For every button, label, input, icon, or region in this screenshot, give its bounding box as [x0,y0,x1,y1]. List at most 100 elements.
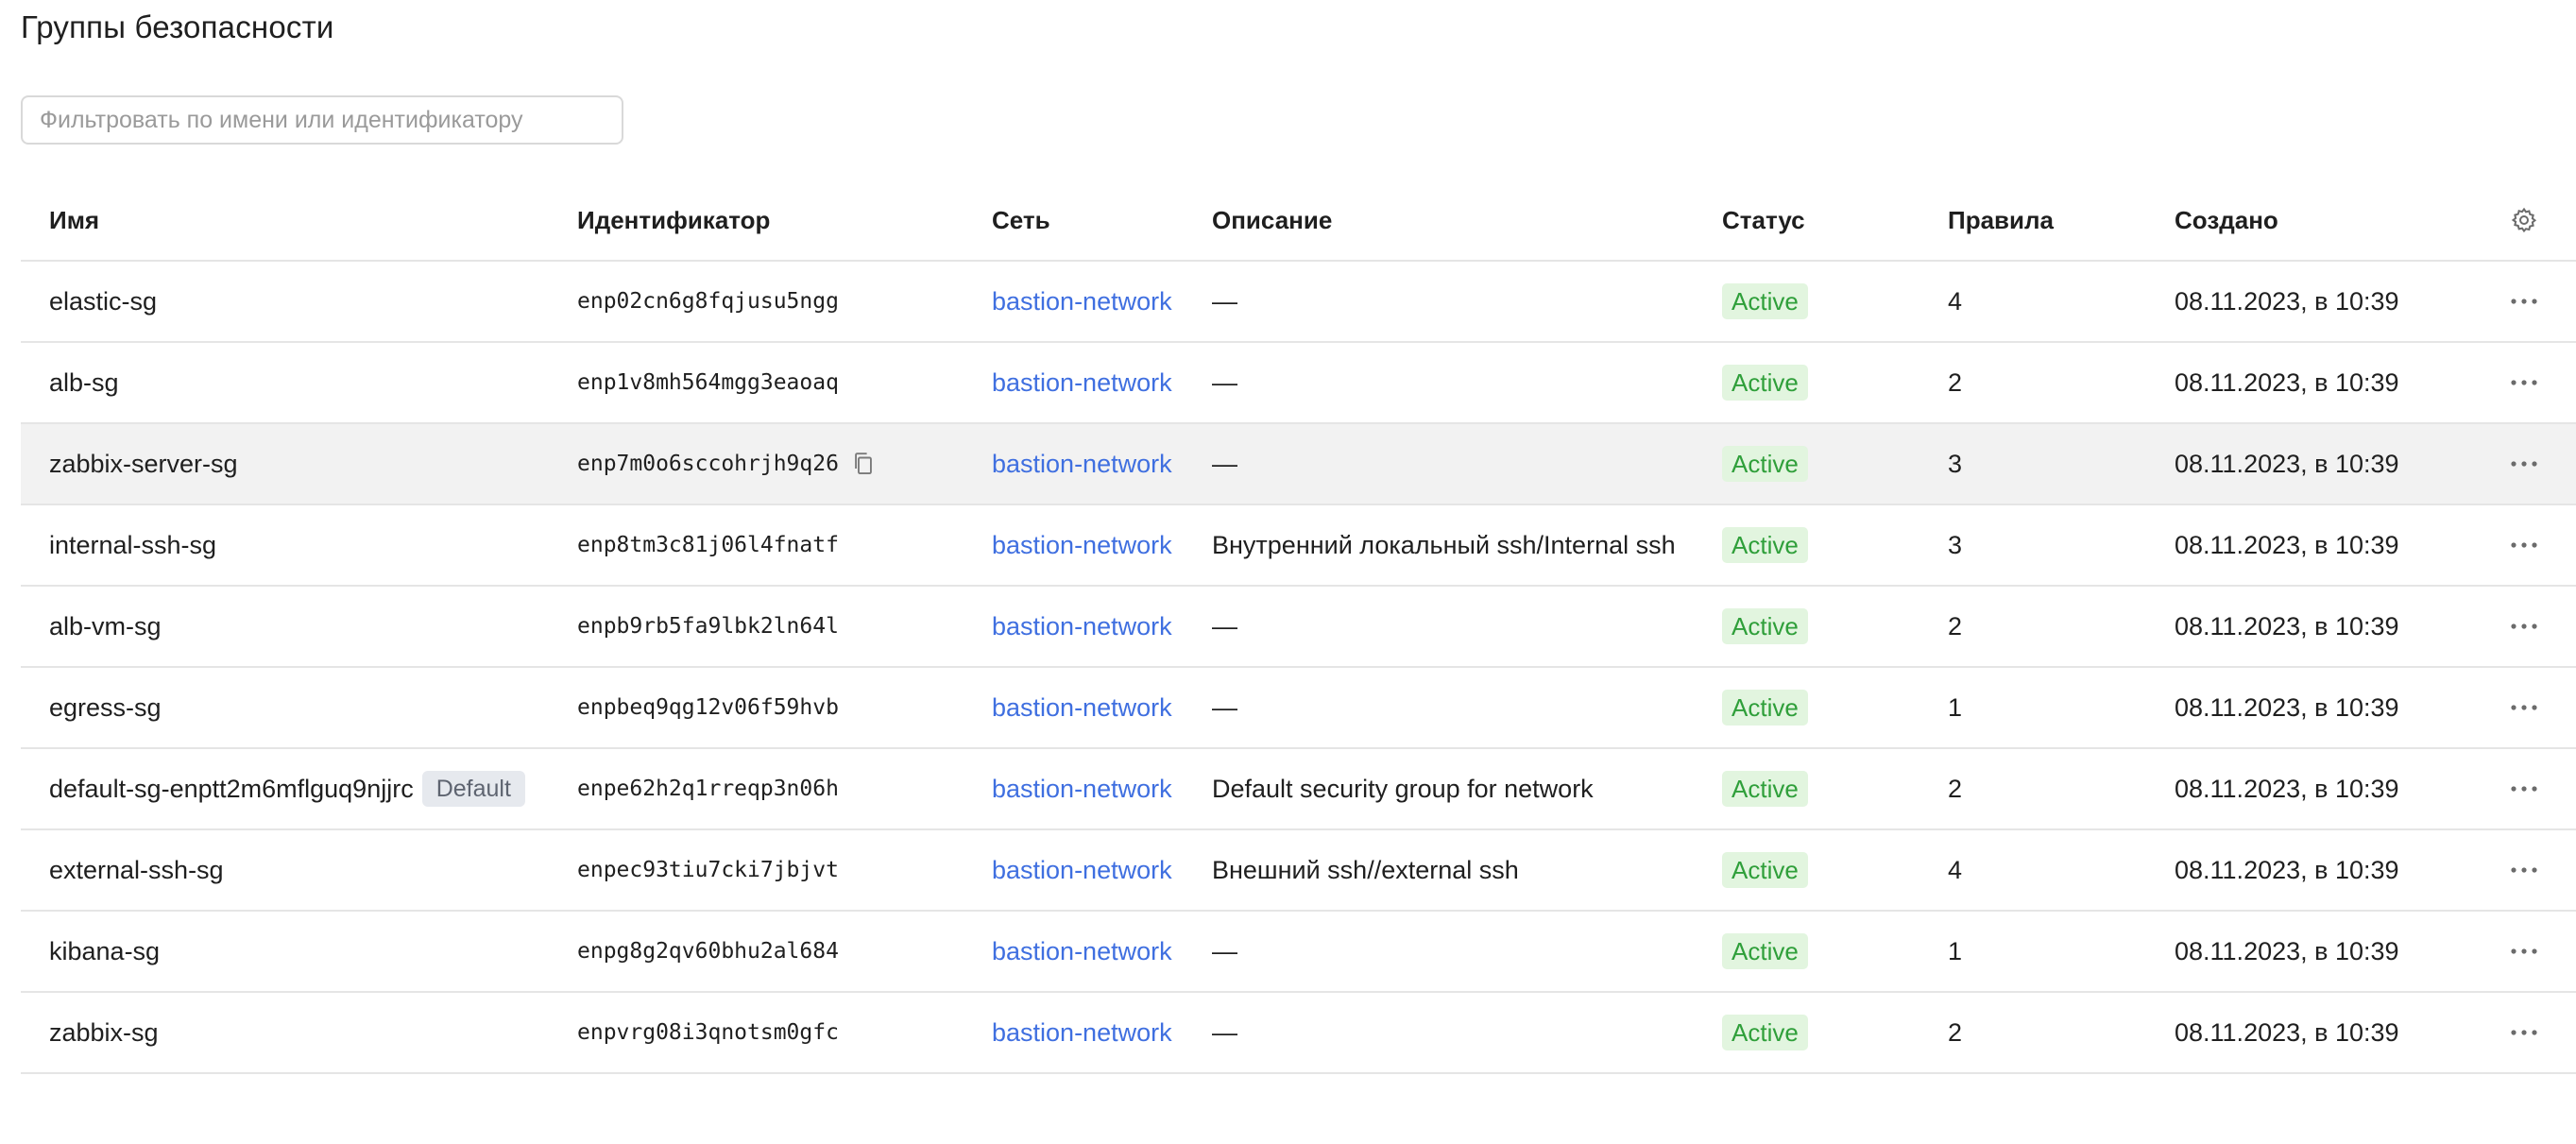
table-row[interactable]: zabbix-server-sg enp7m0o6sccohrjh9q26 ba… [21,424,2576,505]
row-actions-button[interactable] [2503,912,2545,991]
group-id: enpg8g2qv60bhu2al684 [577,939,839,964]
column-header-status[interactable]: Статус [1722,180,1805,260]
group-name[interactable]: egress-sg [49,693,162,723]
ellipsis-icon[interactable] [2510,379,2538,386]
column-header-rules[interactable]: Правила [1948,180,2054,260]
column-header-network[interactable]: Сеть [992,180,1050,260]
network-link[interactable]: bastion-network [992,450,1172,479]
created-date: 08.11.2023, в 10:39 [2175,449,2399,478]
rules-count: 2 [1948,1017,1963,1047]
group-name[interactable]: external-ssh-sg [49,856,224,885]
ellipsis-icon[interactable] [2510,541,2538,549]
table-row[interactable]: kibana-sg enpg8g2qv60bhu2al684 bastion-n… [21,912,2576,993]
row-actions-button[interactable] [2503,262,2545,341]
group-name[interactable]: alb-sg [49,368,119,398]
status-badge: Active [1722,690,1808,726]
group-id-cell: enpec93tiu7cki7jbjvt [577,830,839,910]
rules-count: 3 [1948,530,1963,559]
row-actions-button[interactable] [2503,505,2545,585]
group-id: enpec93tiu7cki7jbjvt [577,858,839,882]
status-badge: Active [1722,1015,1808,1050]
copy-icon[interactable] [852,452,875,476]
column-header-id[interactable]: Идентификатор [577,180,770,260]
ellipsis-icon[interactable] [2510,1029,2538,1036]
group-name[interactable]: elastic-sg [49,287,157,316]
group-name-cell: zabbix-sg [49,993,159,1072]
group-id-cell: enpe62h2q1rreqp3n06h [577,749,839,828]
row-actions-button[interactable] [2503,668,2545,747]
ellipsis-icon[interactable] [2510,704,2538,711]
network-link[interactable]: bastion-network [992,531,1172,560]
ellipsis-icon[interactable] [2510,866,2538,874]
gear-icon[interactable] [2510,206,2538,234]
group-name-cell: external-ssh-sg [49,830,224,910]
row-actions-button[interactable] [2503,830,2545,910]
network-link[interactable]: bastion-network [992,937,1172,966]
network-link[interactable]: bastion-network [992,775,1172,804]
group-id-cell: enpg8g2qv60bhu2al684 [577,912,839,991]
table-row[interactable]: alb-vm-sg enpb9rb5fa9lbk2ln64l bastion-n… [21,587,2576,668]
created-date: 08.11.2023, в 10:39 [2175,367,2399,397]
column-header-created[interactable]: Создано [2175,180,2278,260]
ellipsis-icon[interactable] [2510,623,2538,630]
table-row[interactable]: zabbix-sg enpvrg08i3qnotsm0gfc bastion-n… [21,993,2576,1074]
group-name[interactable]: alb-vm-sg [49,612,162,641]
row-actions-button[interactable] [2503,749,2545,828]
group-id: enpvrg08i3qnotsm0gfc [577,1020,839,1045]
status-badge: Active [1722,852,1808,888]
description-cell: — [1212,692,1237,722]
ellipsis-icon[interactable] [2510,460,2538,468]
row-actions-button[interactable] [2503,424,2545,504]
description-cell: — [1212,367,1237,397]
ellipsis-icon[interactable] [2510,948,2538,955]
rules-count: 3 [1948,449,1963,478]
rules-count: 2 [1948,611,1963,640]
row-actions-button[interactable] [2503,587,2545,666]
table-row[interactable]: alb-sg enp1v8mh564mgg3eaoaq bastion-netw… [21,343,2576,424]
group-name[interactable]: zabbix-sg [49,1018,159,1048]
created-date: 08.11.2023, в 10:39 [2175,855,2399,884]
created-date: 08.11.2023, в 10:39 [2175,692,2399,722]
status-cell: Active [1722,424,1808,504]
group-id: enp1v8mh564mgg3eaoaq [577,370,839,395]
group-name[interactable]: default-sg-enptt2m6mflguq9njjrc [49,775,414,804]
ellipsis-icon[interactable] [2510,785,2538,793]
description-cell: — [1212,286,1237,316]
group-id: enpb9rb5fa9lbk2ln64l [577,614,839,639]
filter-input[interactable] [21,95,623,145]
network-link[interactable]: bastion-network [992,1018,1172,1048]
rules-count: 1 [1948,936,1963,965]
table-row[interactable]: egress-sg enpbeq9qg12v06f59hvb bastion-n… [21,668,2576,749]
network-link[interactable]: bastion-network [992,368,1172,398]
ellipsis-icon[interactable] [2510,298,2538,305]
network-link[interactable]: bastion-network [992,612,1172,641]
row-actions-button[interactable] [2503,993,2545,1072]
security-groups-table: Имя Идентификатор Сеть Описание Статус П… [21,180,2576,1074]
table-settings-button[interactable] [2503,180,2545,260]
network-link[interactable]: bastion-network [992,856,1172,885]
description-cell: — [1212,936,1237,965]
table-row[interactable]: elastic-sg enp02cn6g8fqjusu5ngg bastion-… [21,262,2576,343]
group-name[interactable]: kibana-sg [49,937,160,966]
table-row[interactable]: default-sg-enptt2m6mflguq9njjrc Default … [21,749,2576,830]
row-actions-button[interactable] [2503,343,2545,422]
table-row[interactable]: internal-ssh-sg enp8tm3c81j06l4fnatf bas… [21,505,2576,587]
table-row[interactable]: external-ssh-sg enpec93tiu7cki7jbjvt bas… [21,830,2576,912]
table-header: Имя Идентификатор Сеть Описание Статус П… [21,180,2576,262]
network-cell: bastion-network [992,343,1172,422]
column-header-name[interactable]: Имя [49,180,99,260]
column-header-description[interactable]: Описание [1212,180,1332,260]
group-name[interactable]: internal-ssh-sg [49,531,216,560]
status-cell: Active [1722,912,1808,991]
group-id: enp7m0o6sccohrjh9q26 [577,452,839,476]
network-link[interactable]: bastion-network [992,287,1172,316]
group-name-cell: elastic-sg [49,262,157,341]
status-badge: Active [1722,365,1808,401]
group-id-cell: enp8tm3c81j06l4fnatf [577,505,839,585]
group-name[interactable]: zabbix-server-sg [49,450,238,479]
table-body: elastic-sg enp02cn6g8fqjusu5ngg bastion-… [21,262,2576,1074]
description-cell: Внешний ssh//external ssh [1212,855,1519,884]
group-id: enp02cn6g8fqjusu5ngg [577,289,839,314]
network-link[interactable]: bastion-network [992,693,1172,723]
status-cell: Active [1722,993,1808,1072]
